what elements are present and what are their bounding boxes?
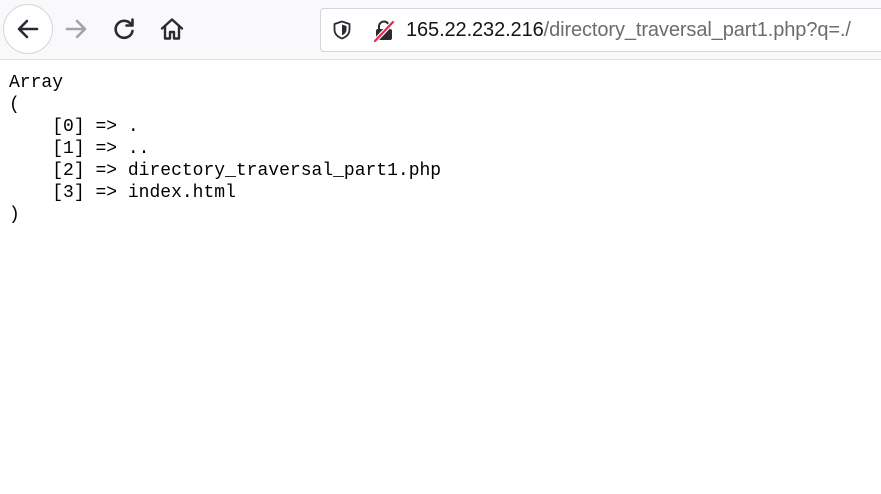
url-host: 165.22.232.216 <box>406 19 544 41</box>
arrow-right-icon <box>65 19 87 39</box>
close-paren: ) <box>9 205 20 225</box>
arrow-left-icon <box>17 19 39 39</box>
array-key: [0] <box>52 117 85 137</box>
home-button[interactable] <box>152 9 192 49</box>
insecure-lock-icon <box>372 19 396 44</box>
array-arrow: => <box>95 117 118 137</box>
array-value: .. <box>127 139 150 159</box>
address-bar[interactable]: 165.22.232.216/directory_traversal_part1… <box>320 8 881 52</box>
url-path: /directory_traversal_part1.php?q=./ <box>543 19 851 41</box>
array-key: [3] <box>52 183 85 203</box>
array-key: [2] <box>52 161 85 181</box>
connection-not-secure-indicator[interactable] <box>372 19 396 47</box>
array-arrow: => <box>95 161 118 181</box>
array-key: [1] <box>52 139 85 159</box>
url-text[interactable]: 165.22.232.216/directory_traversal_part1… <box>406 9 851 51</box>
tracking-protection-shield[interactable] <box>332 20 352 45</box>
array-value: directory_traversal_part1.php <box>127 161 442 181</box>
browser-toolbar: 165.22.232.216/directory_traversal_part1… <box>0 0 881 60</box>
array-value: . <box>127 117 139 137</box>
reload-button[interactable] <box>104 9 144 49</box>
forward-button[interactable] <box>56 9 96 49</box>
array-arrow: => <box>95 139 118 159</box>
reload-icon <box>114 18 134 40</box>
back-button[interactable] <box>4 5 52 53</box>
home-icon <box>160 18 184 40</box>
array-value: index.html <box>127 183 236 203</box>
page-content: Array ( [0] => . [1] => .. [2] => direct… <box>9 72 441 226</box>
shield-icon <box>333 20 351 40</box>
array-label: Array <box>9 73 64 93</box>
open-paren: ( <box>9 95 20 115</box>
array-arrow: => <box>95 183 118 203</box>
